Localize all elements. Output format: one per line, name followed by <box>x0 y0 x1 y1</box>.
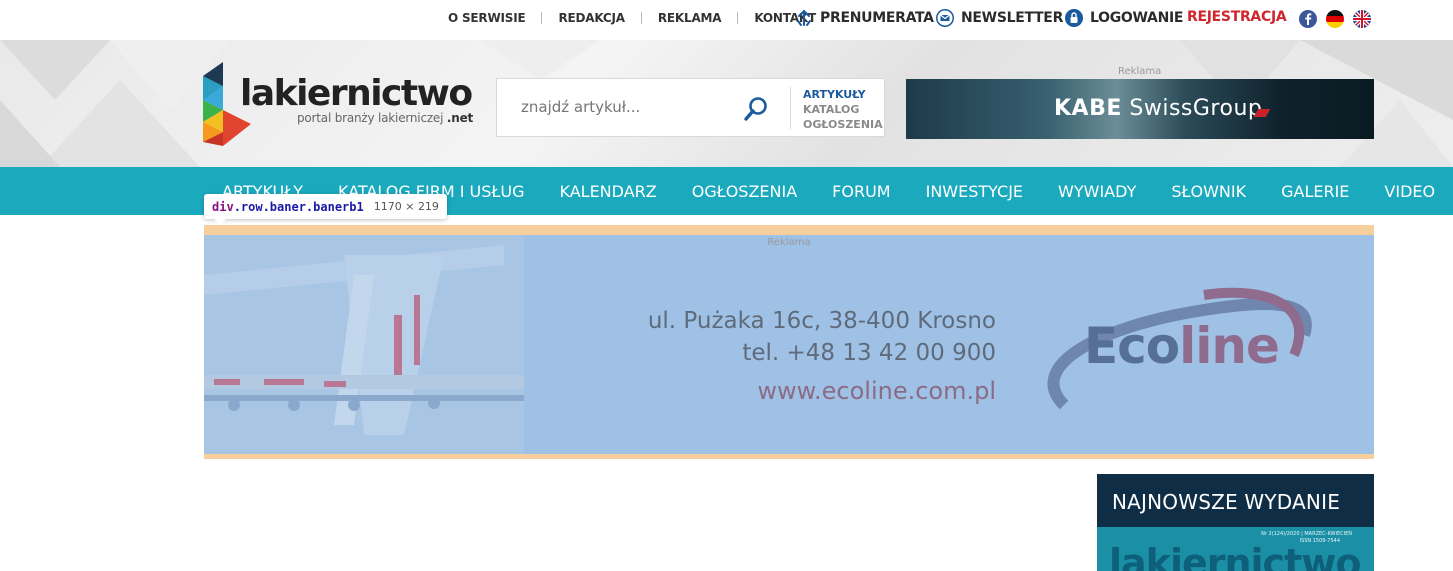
nav-item-dictionary[interactable]: SŁOWNIK <box>1171 182 1246 201</box>
top-ad-brand-rest: SwissGroup <box>1129 96 1263 121</box>
subscribe-link[interactable]: PRENUMERATA <box>795 9 934 27</box>
uk-flag-icon[interactable] <box>1353 10 1371 28</box>
separator <box>737 12 739 24</box>
top-ad-banner[interactable]: KABE SwissGroup <box>906 79 1374 139</box>
newsletter-link[interactable]: NEWSLETTER <box>936 9 1063 27</box>
nav-item-investments[interactable]: INWESTYCJE <box>926 182 1023 201</box>
search-icon[interactable] <box>743 96 769 122</box>
register-link[interactable]: REJESTRACJA <box>1187 9 1287 25</box>
banner-address-line1: ul. Pużaka 16c, 38-400 Krosno <box>647 308 996 334</box>
banner-website: www.ecoline.com.pl <box>757 377 996 405</box>
subscribe-label: PRENUMERATA <box>820 10 934 26</box>
logo-tagline-text: portal branży lakierniczej <box>297 111 444 125</box>
nav-item-forum[interactable]: FORUM <box>832 182 890 201</box>
top-link-advertising[interactable]: REKLAMA <box>658 11 722 25</box>
banner-address: ul. Pużaka 16c, 38-400 Krosno tel. +48 1… <box>648 305 996 369</box>
search-input[interactable] <box>519 97 733 117</box>
top-links: O SERWISIE REDAKCJA REKLAMA KONTAKT <box>448 11 816 25</box>
banner-ad-label: Reklama <box>767 237 811 248</box>
inspector-tooltip: div.row.baner.banerb1 1170 × 219 <box>204 194 447 225</box>
envelope-icon <box>936 9 954 27</box>
ecoline-logo: Ecoline <box>1084 317 1280 375</box>
inspector-selector: div.row.baner.banerb1 <box>212 200 364 214</box>
logo-tagline: portal branży lakierniczej .net <box>297 111 473 125</box>
banner-address-line2: tel. +48 13 42 00 900 <box>742 340 996 366</box>
search-scope-catalog[interactable]: KATALOG <box>803 102 883 117</box>
site-logo[interactable]: lakiernictwo portal branży lakierniczej … <box>203 62 473 146</box>
top-ad-brand: KABE SwissGroup <box>1054 96 1262 121</box>
nav-item-video[interactable]: VIDEO <box>1384 182 1435 201</box>
magazine-cover[interactable]: Nr 2(124)/2020 | MARZEC-KWIECIEŃ ISSN 15… <box>1097 527 1374 571</box>
subscribe-icon <box>795 9 813 27</box>
cover-masthead: lakiernictwo <box>1109 541 1361 571</box>
search-scope-articles[interactable]: ARTYKUŁY <box>803 87 883 102</box>
latest-issue-title: NAJNOWSZE WYDANIE <box>1112 490 1341 514</box>
inspector-classes: .row.baner.banerb1 <box>233 199 364 214</box>
facebook-icon[interactable] <box>1299 10 1317 28</box>
nav-item-classifieds[interactable]: OGŁOSZENIA <box>692 182 797 201</box>
ecoline-logo-line: line <box>1179 317 1280 375</box>
top-ad-brand-bold: KABE <box>1054 96 1122 121</box>
search-scope-classifieds[interactable]: OGŁOSZENIA <box>803 117 883 132</box>
logo-tld: .net <box>446 111 474 125</box>
top-utility-bar: O SERWISIE REDAKCJA REKLAMA KONTAKT PREN… <box>0 0 1453 40</box>
top-link-editorial[interactable]: REDAKCJA <box>558 11 625 25</box>
nav-item-galleries[interactable]: GALERIE <box>1281 182 1349 201</box>
lock-icon <box>1065 9 1083 27</box>
top-link-about[interactable]: O SERWISIE <box>448 11 526 25</box>
separator <box>640 12 642 24</box>
inspector-tag: div <box>212 199 234 214</box>
cover-issue-info: Nr 2(124)/2020 | MARZEC-KWIECIEŃ <box>1261 531 1352 537</box>
social-and-language <box>1299 10 1371 28</box>
ecoline-ad-banner[interactable]: Reklama ul. Pużaka 16c, 38-400 Krosno te… <box>204 235 1374 454</box>
ecoline-banner-highlight: Reklama ul. Pużaka 16c, 38-400 Krosno te… <box>204 225 1374 459</box>
search-box: ARTYKUŁY KATALOG OGŁOSZENIA <box>496 78 885 137</box>
ecoline-logo-eco: Eco <box>1084 317 1180 375</box>
login-link[interactable]: LOGOWANIE <box>1065 9 1183 27</box>
ad-label: Reklama <box>1118 66 1162 77</box>
latest-issue-card[interactable]: NAJNOWSZE WYDANIE Nr 2(124)/2020 | MARZE… <box>1097 474 1374 571</box>
inspector-dimensions: 1170 × 219 <box>373 200 439 213</box>
search-scope-options: ARTYKUŁY KATALOG OGŁOSZENIA <box>803 87 883 132</box>
german-flag-icon[interactable] <box>1326 10 1344 28</box>
nav-item-interviews[interactable]: WYWIADY <box>1058 182 1136 201</box>
separator <box>541 12 543 24</box>
top-ad-brand-mark <box>1253 109 1271 117</box>
nav-item-calendar[interactable]: KALENDARZ <box>560 182 657 201</box>
divider <box>790 87 791 129</box>
newsletter-label: NEWSLETTER <box>961 10 1064 26</box>
login-label: LOGOWANIE <box>1090 10 1184 26</box>
logo-wordmark: lakiernictwo <box>240 73 473 114</box>
